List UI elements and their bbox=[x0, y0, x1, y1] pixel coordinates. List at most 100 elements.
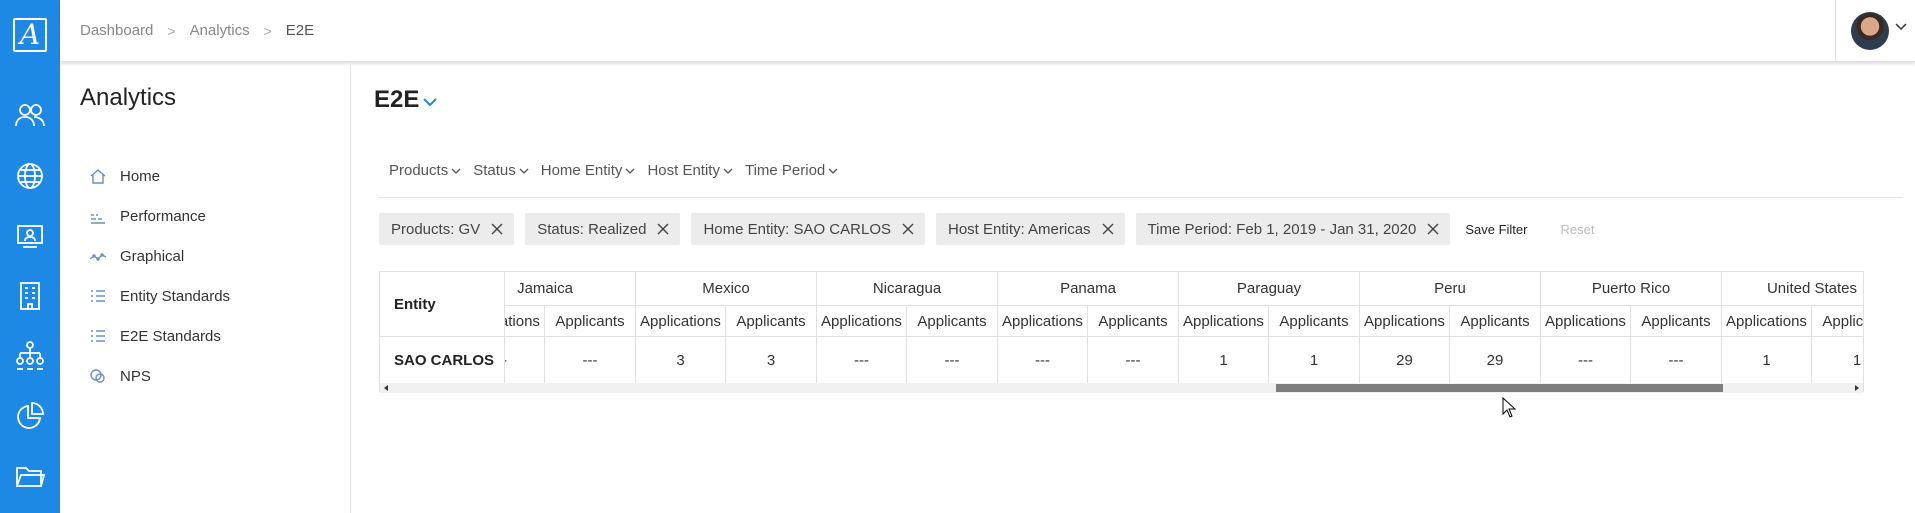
sub-header-row: Applications Applicants bbox=[1360, 306, 1540, 337]
filter-bar: Products Status Home Entity Host Entity … bbox=[389, 162, 838, 179]
chevron-down-icon[interactable] bbox=[422, 94, 438, 110]
filter-status[interactable]: Status bbox=[473, 162, 529, 179]
applicants-cell: 1 bbox=[1309, 351, 1319, 369]
scrollbar-thumb[interactable] bbox=[1276, 384, 1723, 392]
filter-divider bbox=[379, 197, 1903, 198]
applications-header: Applications bbox=[1541, 306, 1631, 336]
close-icon[interactable] bbox=[1426, 222, 1440, 236]
applications-header: Applications bbox=[1179, 306, 1269, 336]
sidebar-item-label: Performance bbox=[120, 207, 206, 225]
building-icon[interactable] bbox=[12, 278, 48, 314]
org-chart-icon[interactable] bbox=[12, 338, 48, 374]
sidebar-item-e2e-standards[interactable]: E2E Standards bbox=[88, 316, 230, 356]
chevron-down-icon bbox=[723, 168, 733, 174]
filter-products[interactable]: Products bbox=[389, 162, 461, 179]
applications-cell: --- bbox=[817, 337, 907, 383]
sub-header-row: Applications Applicants bbox=[1541, 306, 1721, 337]
applicants-cell: --- bbox=[1668, 351, 1684, 369]
mouse-cursor-icon bbox=[1502, 397, 1516, 418]
close-icon[interactable] bbox=[490, 222, 504, 236]
applicants-header: Applicants bbox=[1098, 312, 1168, 330]
applications-cell: --- bbox=[1541, 337, 1631, 383]
applicants-cell: 29 bbox=[1486, 351, 1504, 369]
breadcrumb-dashboard[interactable]: Dashboard bbox=[80, 22, 153, 39]
page-title[interactable]: E2E bbox=[374, 86, 438, 114]
save-filter-button[interactable]: Save Filter bbox=[1465, 222, 1527, 237]
close-icon[interactable] bbox=[901, 222, 915, 236]
applicants-header: Applicants bbox=[1641, 312, 1711, 330]
sidebar-item-label: Graphical bbox=[120, 247, 185, 265]
sidebar-item-home[interactable]: Home bbox=[88, 156, 230, 196]
applicants-header: Applicants bbox=[555, 312, 625, 330]
scroll-left-icon[interactable] bbox=[384, 385, 388, 391]
applications-header: Applications bbox=[1360, 306, 1450, 336]
applications-header: Applications bbox=[817, 306, 907, 336]
people-icon[interactable] bbox=[12, 98, 48, 134]
page-title-text: E2E bbox=[374, 86, 420, 113]
user-menu[interactable] bbox=[1835, 0, 1915, 61]
close-icon[interactable] bbox=[656, 222, 670, 236]
sidebar-title: Analytics bbox=[80, 84, 177, 111]
filter-chip-home-entity: Home Entity: SAO CARLOS bbox=[691, 213, 925, 245]
folder-icon[interactable] bbox=[12, 458, 48, 494]
sidebar-item-entity-standards[interactable]: Entity Standards bbox=[88, 276, 230, 316]
applications-cell: 3 bbox=[636, 337, 726, 383]
breadcrumb-analytics[interactable]: Analytics bbox=[190, 22, 250, 39]
chip-label: Time Period: Feb 1, 2019 - Jan 31, 2020 bbox=[1147, 220, 1417, 238]
sidebar-item-graphical[interactable]: Graphical bbox=[88, 236, 230, 276]
country-column: Puerto Rico Applications Applicants --- --- bbox=[1541, 272, 1722, 383]
performance-icon bbox=[88, 206, 108, 226]
table-row: --- --- bbox=[1541, 337, 1721, 383]
filter-time-period[interactable]: Time Period bbox=[745, 162, 838, 179]
breadcrumb: Dashboard > Analytics > E2E bbox=[80, 22, 314, 39]
applicants-cell: --- bbox=[1125, 351, 1141, 369]
applicants-cell: 1 bbox=[1852, 351, 1862, 369]
avatar[interactable] bbox=[1851, 12, 1889, 50]
nps-icon bbox=[88, 366, 108, 386]
applications-header: Applications bbox=[1722, 306, 1812, 336]
presentation-icon[interactable] bbox=[12, 218, 48, 254]
country-header: Nicaragua bbox=[817, 272, 997, 306]
sidebar-item-performance[interactable]: Performance bbox=[88, 196, 230, 236]
country-header: United States bbox=[1722, 272, 1863, 306]
chevron-down-icon bbox=[625, 168, 635, 174]
table-row: --- --- bbox=[817, 337, 997, 383]
filter-label: Time Period bbox=[744, 162, 826, 179]
horizontal-scrollbar[interactable] bbox=[380, 383, 1863, 393]
filter-label: Status bbox=[473, 162, 516, 179]
applications-cell: 29 bbox=[1360, 337, 1450, 383]
app-logo[interactable]: A bbox=[13, 18, 47, 52]
filter-chip-time-period: Time Period: Feb 1, 2019 - Jan 31, 2020 bbox=[1135, 213, 1451, 245]
applicants-header: Applicants bbox=[1460, 312, 1530, 330]
main-content: E2E Products Status Home Entity Host Ent… bbox=[351, 62, 1915, 513]
globe-icon[interactable] bbox=[12, 158, 48, 194]
sidebar-item-nps[interactable]: NPS bbox=[88, 356, 230, 396]
filter-chip-products: Products: GV bbox=[379, 213, 515, 245]
data-table: Entity SAO CARLOS JamaicaApplicationsApp… bbox=[379, 271, 1864, 393]
breadcrumb-separator-icon: > bbox=[263, 22, 272, 39]
filter-label: Products bbox=[389, 162, 449, 179]
scroll-right-icon[interactable] bbox=[1855, 385, 1859, 391]
filter-host-entity[interactable]: Host Entity bbox=[647, 162, 733, 179]
pie-chart-icon[interactable] bbox=[12, 398, 48, 434]
chevron-down-icon[interactable] bbox=[1894, 20, 1908, 34]
chip-label: Status: Realized bbox=[537, 220, 647, 238]
country-column: Mexico Applications Applicants 3 3 bbox=[636, 272, 817, 383]
table-row: 29 29 bbox=[1360, 337, 1540, 383]
filter-home-entity[interactable]: Home Entity bbox=[541, 162, 636, 179]
country-column: United StatesApplicationsApplicants11 bbox=[1722, 272, 1863, 383]
close-icon[interactable] bbox=[1101, 222, 1115, 236]
icon-rail: A bbox=[0, 0, 60, 513]
applications-header: Applications bbox=[636, 306, 726, 336]
applicants-header: Applicants bbox=[1822, 312, 1863, 330]
applicants-header: Applicants bbox=[917, 312, 987, 330]
reset-button[interactable]: Reset bbox=[1560, 222, 1594, 237]
chip-label: Home Entity: SAO CARLOS bbox=[703, 220, 891, 238]
country-grid: JamaicaApplicationsApplicants------Mexic… bbox=[505, 272, 1863, 383]
sidebar-item-label: E2E Standards bbox=[120, 327, 221, 345]
table-row: --- --- bbox=[998, 337, 1178, 383]
table-scroll-area[interactable]: JamaicaApplicationsApplicants------Mexic… bbox=[505, 272, 1863, 383]
country-column: Panama Applications Applicants --- --- bbox=[998, 272, 1179, 383]
applications-cell: --- bbox=[998, 337, 1088, 383]
country-column: Nicaragua Applications Applicants --- --- bbox=[817, 272, 998, 383]
